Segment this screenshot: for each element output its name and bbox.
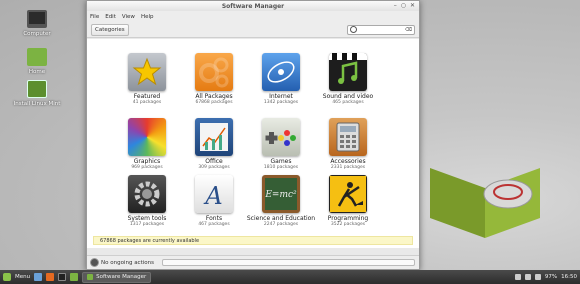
category-label: System tools <box>127 215 167 222</box>
category-count: 1342 packages <box>263 100 299 105</box>
category-count: 41 packages <box>132 100 162 105</box>
battery-percentage: 97% <box>544 274 558 280</box>
category-science-and-education[interactable]: E=mc² Science and Education 2247 package… <box>246 175 316 228</box>
menu-edit[interactable]: Edit <box>105 14 116 20</box>
category-label: Internet <box>269 93 293 100</box>
category-label: Programming <box>327 215 369 222</box>
terminal-icon[interactable] <box>58 273 67 281</box>
progress-bar <box>161 259 415 266</box>
software-manager-icon <box>87 274 94 280</box>
category-grid-area: Featured 41 packages All Packages 67868 … <box>87 39 419 248</box>
firefox-icon[interactable] <box>46 273 55 281</box>
category-count: 1810 packages <box>263 165 299 170</box>
files-icon[interactable] <box>70 273 79 281</box>
category-count: 467 packages <box>198 222 230 227</box>
home-folder-icon <box>27 48 47 66</box>
category-count: 309 packages <box>198 165 230 170</box>
maximize-button[interactable]: ○ <box>401 2 406 9</box>
category-label: Science and Education <box>246 215 316 222</box>
menu-button[interactable]: Menu <box>15 274 30 280</box>
category-system-tools[interactable]: System tools 1317 packages <box>112 175 182 228</box>
category-label: Featured <box>133 93 161 100</box>
software-manager-window: Software Manager – ○ ✕ File Edit View He… <box>86 0 420 270</box>
taskbar-item-software-manager[interactable]: Software Manager <box>82 271 152 283</box>
construction-icon <box>329 175 367 213</box>
category-count: 969 packages <box>131 165 163 170</box>
taskbar: Menu Software Manager 97% 16:50 <box>0 270 580 284</box>
category-grid: Featured 41 packages All Packages 67868 … <box>87 39 421 234</box>
desktop-icon-computer[interactable]: Computer <box>12 10 62 37</box>
clock[interactable]: 16:50 <box>561 274 577 280</box>
menu-file[interactable]: File <box>90 14 99 20</box>
category-all-packages[interactable]: All Packages 67868 packages <box>179 53 249 106</box>
svg-text:A: A <box>203 182 222 210</box>
gear-icon[interactable] <box>91 259 98 266</box>
category-label: Graphics <box>133 158 161 165</box>
category-count: 3522 packages <box>330 222 366 227</box>
cogwheel-icon <box>128 175 166 213</box>
menu-bar: File Edit View Help <box>87 11 419 22</box>
task-label: Software Manager <box>96 274 147 280</box>
category-label: Accessories <box>330 158 366 165</box>
music-note-icon <box>329 53 367 91</box>
letter-a-icon: A <box>195 175 233 213</box>
category-fonts[interactable]: A Fonts 467 packages <box>179 175 249 228</box>
desktop-icon-install[interactable]: Install Linux Mint <box>12 80 62 107</box>
category-featured[interactable]: Featured 41 packages <box>112 53 182 106</box>
category-count: 2247 packages <box>263 222 299 227</box>
category-internet[interactable]: Internet 1342 packages <box>246 53 316 106</box>
battery-icon[interactable] <box>534 274 541 280</box>
desktop-icon-home[interactable]: Home <box>12 48 62 75</box>
category-graphics[interactable]: Graphics 969 packages <box>112 118 182 171</box>
desktop-icon-label: Home <box>28 69 46 75</box>
package-status-bar: 67868 packages are currently available <box>93 236 413 245</box>
install-disc-icon <box>27 80 47 98</box>
search-icon <box>350 26 357 33</box>
category-count: 2331 packages <box>330 165 366 170</box>
color-wheel-icon <box>128 118 166 156</box>
chalkboard-icon: E=mc² <box>262 175 300 213</box>
category-count: 1317 packages <box>129 222 165 227</box>
menu-view[interactable]: View <box>122 14 135 20</box>
bottom-status-bar: No ongoing actions <box>87 255 419 269</box>
category-label: Sound and video <box>322 93 374 100</box>
category-accessories[interactable]: Accessories 2331 packages <box>313 118 383 171</box>
star-icon <box>128 53 166 91</box>
toolbar: Categories ⌫ <box>87 22 419 38</box>
category-programming[interactable]: Programming 3522 packages <box>313 175 383 228</box>
clear-search-icon[interactable]: ⌫ <box>405 27 412 33</box>
window-titlebar[interactable]: Software Manager – ○ ✕ <box>87 1 419 11</box>
category-label: All Packages <box>195 93 233 100</box>
volume-icon[interactable] <box>524 274 531 280</box>
chart-icon <box>195 118 233 156</box>
window-title: Software Manager <box>221 2 285 10</box>
desktop-icon-label: Install Linux Mint <box>13 101 61 107</box>
mint-wallpaper-logo-icon <box>430 168 540 238</box>
calculator-icon <box>329 118 367 156</box>
desktop-icon-label: Computer <box>23 31 51 37</box>
categories-button[interactable]: Categories <box>91 23 129 36</box>
category-label: Games <box>270 158 292 165</box>
category-sound-and-video[interactable]: Sound and video 465 packages <box>313 53 383 106</box>
minimize-button[interactable]: – <box>394 2 397 9</box>
category-label: Fonts <box>205 215 223 222</box>
monitor-icon <box>27 10 47 28</box>
system-tray: 97% 16:50 <box>514 274 577 280</box>
globe-icon <box>262 53 300 91</box>
gamepad-icon <box>262 118 300 156</box>
category-count: 465 packages <box>332 100 364 105</box>
svg-text:E=mc²: E=mc² <box>264 190 297 200</box>
gears-icon <box>195 53 233 91</box>
mint-logo-icon <box>3 273 11 281</box>
category-count: 67868 packages <box>195 100 233 105</box>
close-button[interactable]: ✕ <box>410 2 415 9</box>
category-office[interactable]: Office 309 packages <box>179 118 249 171</box>
category-label: Office <box>205 158 223 165</box>
menu-help[interactable]: Help <box>141 14 154 20</box>
category-games[interactable]: Games 1810 packages <box>246 118 316 171</box>
ongoing-actions-label: No ongoing actions <box>101 259 154 266</box>
search-input[interactable]: ⌫ <box>347 24 415 35</box>
network-icon[interactable] <box>514 274 521 280</box>
show-desktop-icon[interactable] <box>34 273 43 281</box>
